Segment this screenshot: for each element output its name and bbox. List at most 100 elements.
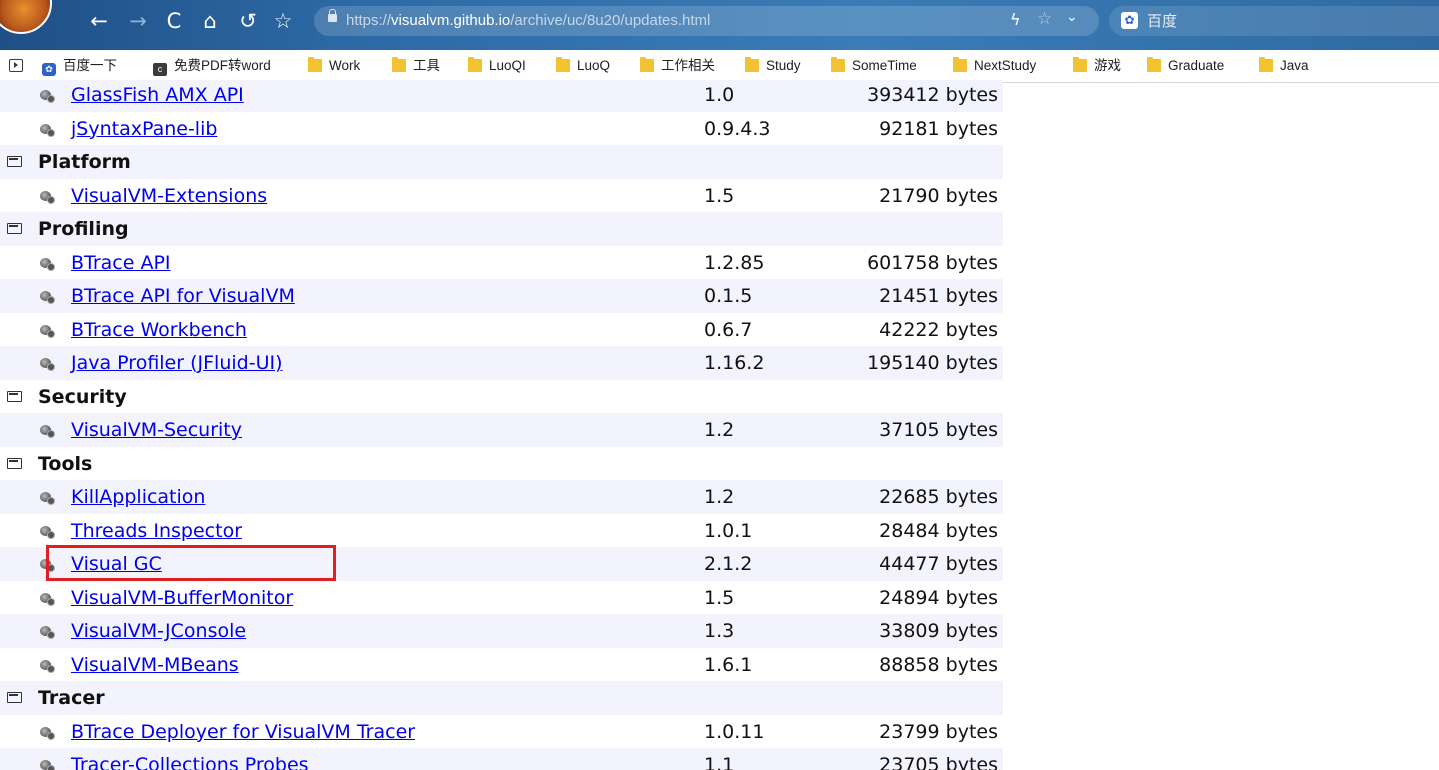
category-row: Security — [0, 380, 1003, 414]
browser-toolbar: ← → C ⌂ ↺ ☆ https://visualvm.github.io/a… — [0, 0, 1439, 50]
folder-icon — [640, 57, 654, 72]
folder-icon — [745, 57, 759, 72]
url-scheme: https:// — [346, 12, 392, 29]
plugin-version: 0.9.4.3 — [704, 117, 771, 140]
bookmark-study[interactable]: Study — [745, 57, 801, 75]
folder-icon — [1073, 57, 1087, 72]
plugin-row: VisualVM-Security 1.2 37105 bytes — [0, 413, 1003, 447]
plugin-link[interactable]: VisualVM-JConsole — [71, 619, 246, 643]
plugin-icon — [38, 657, 55, 673]
folder-icon — [1147, 57, 1161, 72]
plugin-link[interactable]: GlassFish AMX API — [71, 83, 244, 107]
plugin-size: 393412 bytes — [867, 84, 998, 106]
plugin-link[interactable]: VisualVM-MBeans — [71, 653, 239, 677]
plugin-link[interactable]: jSyntaxPane-lib — [71, 117, 217, 141]
plugin-link[interactable]: BTrace Deployer for VisualVM Tracer — [71, 720, 415, 744]
plugin-link[interactable]: VisualVM-BufferMonitor — [71, 586, 293, 610]
plugin-version: 0.6.7 — [704, 318, 753, 341]
category-folder-icon — [7, 457, 22, 469]
bookmark-star-button[interactable]: ☆ — [270, 8, 296, 34]
plugin-link[interactable]: BTrace API — [71, 251, 171, 275]
plugin-size: 44477 bytes — [879, 553, 998, 575]
plugin-icon — [38, 757, 55, 770]
baidu-logo-icon: ✿ — [1121, 12, 1138, 29]
plugin-version: 0.1.5 — [704, 285, 753, 307]
address-bar[interactable]: https://visualvm.github.io/archive/uc/8u… — [314, 6, 1099, 36]
plugin-link[interactable]: Visual GC — [71, 552, 162, 576]
bookmark-work-related[interactable]: 工作相关 — [640, 57, 715, 75]
plugin-row-highlighted: Visual GC 2.1.2 44477 bytes — [0, 547, 1003, 581]
plugin-link[interactable]: BTrace API for VisualVM — [71, 284, 295, 308]
plugin-link[interactable]: KillApplication — [71, 485, 205, 509]
page-content: GlassFish AMX API 1.0 393412 bytes jSyntaxP… — [0, 80, 1439, 770]
bookmark-pdf-to-word[interactable]: c 免费PDF转word — [153, 57, 271, 76]
plugin-version: 1.2 — [704, 419, 735, 441]
search-box[interactable]: ✿ 百度 — [1109, 6, 1439, 36]
plugin-icon — [38, 556, 55, 572]
plugin-link[interactable]: Threads Inspector — [71, 519, 242, 543]
plugin-link[interactable]: VisualVM-Security — [71, 418, 242, 442]
bookmark-sometime[interactable]: SomeTime — [831, 57, 917, 75]
flash-icon[interactable]: ϟ — [1010, 10, 1021, 29]
bookmark-work[interactable]: Work — [308, 57, 360, 75]
home-button[interactable]: ⌂ — [197, 8, 223, 34]
plugin-link[interactable]: Java Profiler (JFluid-UI) — [71, 351, 283, 375]
plugin-size: 195140 bytes — [867, 352, 998, 374]
forward-button[interactable]: → — [125, 8, 151, 34]
url-text[interactable]: https://visualvm.github.io/archive/uc/8u… — [346, 12, 710, 30]
folder-icon — [1259, 57, 1273, 72]
plugin-icon — [38, 322, 55, 338]
bookmark-games[interactable]: 游戏 — [1073, 57, 1121, 75]
category-name: Tracer — [38, 687, 105, 709]
paw-icon: ✿ — [42, 63, 56, 76]
plugin-link[interactable]: Tracer-Collections Probes — [71, 753, 309, 770]
folder-icon — [556, 57, 570, 72]
plugin-version: 1.1 — [704, 754, 735, 770]
folder-icon — [308, 57, 322, 72]
bookmark-label: NextStudy — [974, 58, 1037, 73]
folder-icon — [392, 57, 406, 72]
profile-avatar[interactable] — [0, 0, 52, 34]
url-host: visualvm.github.io — [391, 12, 511, 29]
plugin-size: 42222 bytes — [879, 318, 998, 341]
bookmark-label: Work — [329, 58, 361, 73]
folder-icon — [468, 57, 482, 72]
category-row: Tracer — [0, 681, 1003, 715]
bookmarks-bar: ✿ 百度一下 c 免费PDF转word Work 工具 LuoQI LuoQ 工作相… — [0, 50, 1439, 83]
favorite-star-icon[interactable]: ☆ — [1037, 9, 1052, 29]
category-name: Security — [38, 385, 127, 408]
sidebar-toggle-icon[interactable] — [9, 59, 23, 72]
bookmark-baidu[interactable]: ✿ 百度一下 — [42, 57, 117, 76]
plugin-icon — [38, 590, 55, 606]
plugin-link[interactable]: VisualVM-Extensions — [71, 184, 267, 208]
category-folder-icon — [7, 692, 22, 703]
plugin-version: 1.5 — [704, 586, 735, 609]
plugin-version: 2.1.2 — [704, 553, 753, 575]
bookmark-luoqi[interactable]: LuoQI — [468, 57, 526, 75]
lock-icon — [328, 9, 337, 22]
bookmark-label: SomeTime — [852, 58, 917, 73]
bookmark-java[interactable]: Java — [1259, 57, 1309, 75]
bookmark-graduate[interactable]: Graduate — [1147, 57, 1224, 75]
category-folder-icon — [7, 223, 22, 234]
plugin-size: 23705 bytes — [879, 754, 998, 770]
reload-button[interactable]: C — [161, 8, 187, 34]
plugin-row: Tracer-Collections Probes 1.1 23705 bytes — [0, 748, 1003, 770]
bookmark-luoq[interactable]: LuoQ — [556, 57, 610, 75]
category-folder-icon — [7, 390, 22, 402]
plugin-icon — [38, 724, 55, 740]
bookmark-label: 游戏 — [1094, 58, 1121, 73]
plugin-size: 21451 bytes — [879, 285, 998, 307]
chevron-down-icon[interactable]: ⌄ — [1066, 9, 1078, 25]
bookmark-label: LuoQ — [577, 58, 611, 73]
restore-tab-button[interactable]: ↺ — [235, 8, 261, 34]
category-folder-icon — [7, 156, 22, 167]
bookmark-tools[interactable]: 工具 — [392, 57, 440, 75]
back-button[interactable]: ← — [86, 8, 112, 34]
bookmark-nextstudy[interactable]: NextStudy — [953, 57, 1036, 75]
plugin-version: 1.2 — [704, 486, 735, 508]
plugin-version: 1.5 — [704, 184, 735, 207]
plugin-link[interactable]: BTrace Workbench — [71, 318, 247, 342]
bookmark-label: 工作相关 — [661, 58, 715, 73]
plugin-size: 23799 bytes — [879, 720, 998, 743]
